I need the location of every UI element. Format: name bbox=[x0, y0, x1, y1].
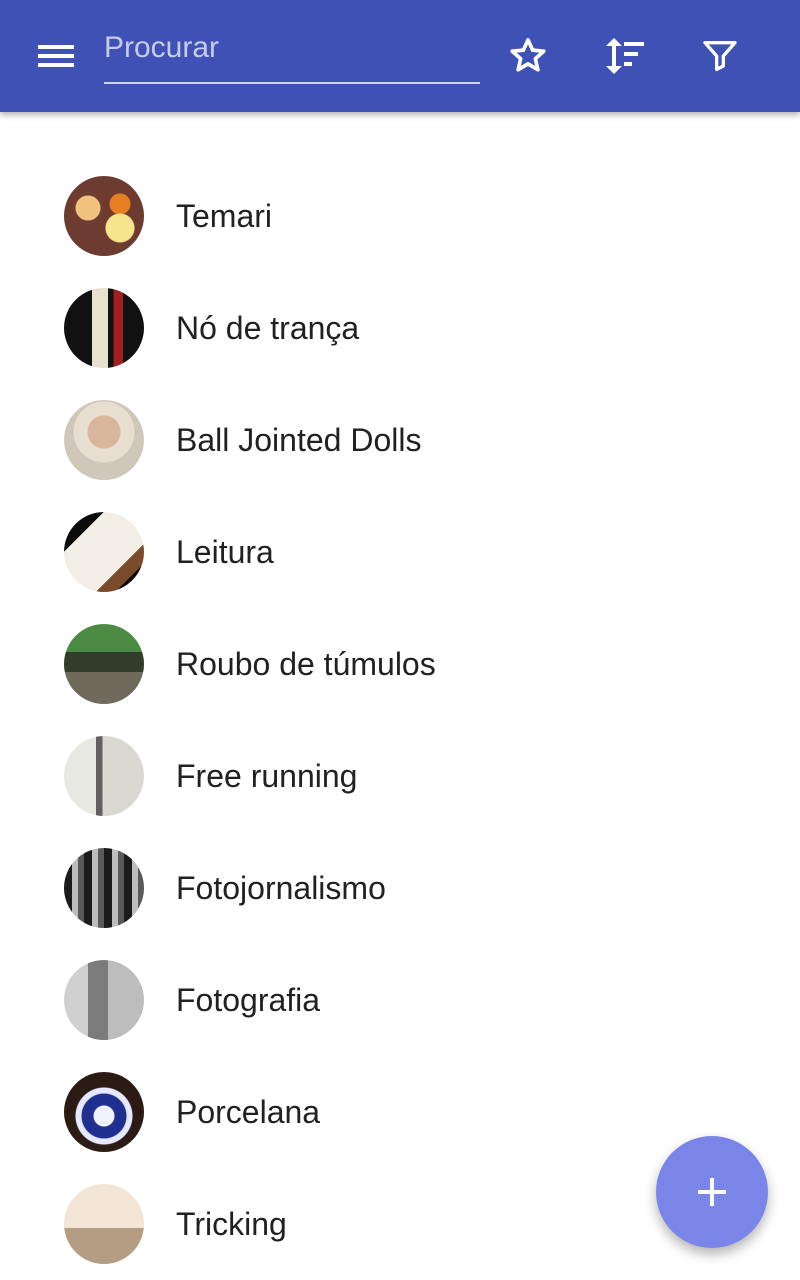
avatar bbox=[64, 960, 144, 1040]
list-item-label: Roubo de túmulos bbox=[176, 646, 436, 682]
list-item-label: Free running bbox=[176, 758, 358, 794]
avatar bbox=[64, 1072, 144, 1152]
filter-icon bbox=[703, 41, 737, 72]
avatar bbox=[64, 736, 144, 816]
list-item[interactable]: Leitura bbox=[0, 496, 800, 608]
list-item-label: Porcelana bbox=[176, 1094, 321, 1130]
list-item-label: Fotojornalismo bbox=[176, 870, 386, 906]
list-item-label: Tricking bbox=[176, 1206, 287, 1242]
search-field[interactable] bbox=[104, 24, 480, 84]
avatar bbox=[64, 288, 144, 368]
sort-button[interactable] bbox=[592, 24, 656, 88]
list-item[interactable]: Fotojornalismo bbox=[0, 832, 800, 944]
list-item-label: Nó de trança bbox=[176, 310, 360, 346]
plus-icon bbox=[698, 1178, 726, 1206]
list-item[interactable]: Fotografia bbox=[0, 944, 800, 1056]
list-item[interactable]: Roubo de túmulos bbox=[0, 608, 800, 720]
list-item[interactable]: Ball Jointed Dolls bbox=[0, 384, 800, 496]
avatar bbox=[64, 848, 144, 928]
add-button[interactable] bbox=[656, 1136, 768, 1248]
list-item[interactable]: Free running bbox=[0, 720, 800, 832]
filter-button[interactable] bbox=[688, 24, 752, 88]
search-input[interactable] bbox=[104, 24, 480, 82]
list-item[interactable]: Temari bbox=[0, 160, 800, 272]
star-icon bbox=[510, 38, 546, 72]
list-item-label: Temari bbox=[176, 198, 273, 234]
menu-icon bbox=[38, 45, 74, 67]
hobby-list: Temari Nó de trança Ball Jointed Dolls L… bbox=[0, 160, 800, 1280]
list-item-label: Ball Jointed Dolls bbox=[176, 422, 422, 458]
avatar bbox=[64, 1184, 144, 1264]
list-item[interactable]: Nó de trança bbox=[0, 272, 800, 384]
avatar bbox=[64, 176, 144, 256]
avatar bbox=[64, 624, 144, 704]
favorites-button[interactable] bbox=[496, 24, 560, 88]
list-item-label: Leitura bbox=[176, 534, 274, 570]
avatar bbox=[64, 512, 144, 592]
sort-icon bbox=[606, 38, 644, 74]
app-bar bbox=[0, 0, 800, 112]
avatar bbox=[64, 400, 144, 480]
menu-button[interactable] bbox=[24, 24, 88, 88]
list-item-label: Fotografia bbox=[176, 982, 321, 1018]
